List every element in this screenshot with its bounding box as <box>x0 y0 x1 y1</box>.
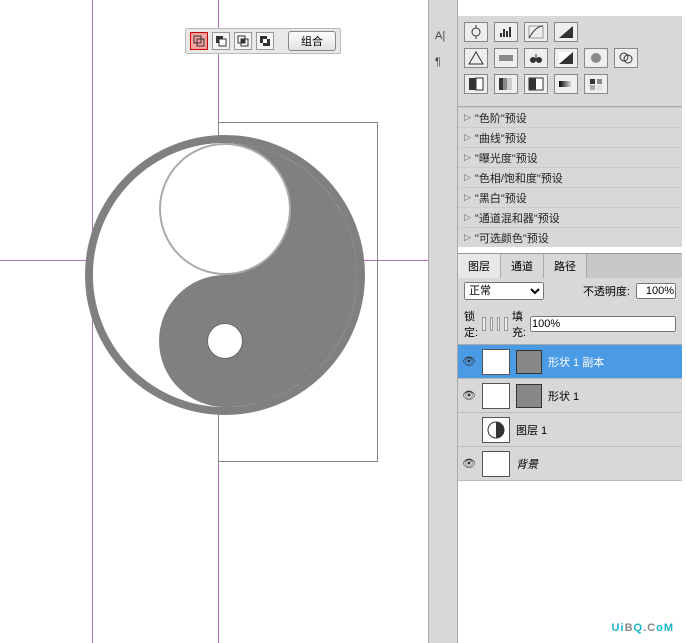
layer-row[interactable]: 👁 形状 1 副本 <box>458 345 682 379</box>
lock-position-icon[interactable] <box>497 317 500 331</box>
gradient-map-icon[interactable] <box>554 74 578 94</box>
character-panel-icon[interactable]: A| <box>435 30 451 46</box>
photo-filter-icon[interactable] <box>584 48 608 68</box>
layer-name: 形状 1 <box>548 388 579 404</box>
lock-pixels-icon[interactable] <box>490 317 493 331</box>
threshold-icon[interactable] <box>524 74 548 94</box>
layer-name: 形状 1 副本 <box>548 354 604 370</box>
visibility-icon[interactable] <box>462 424 476 436</box>
layer-row[interactable]: 👁 形状 1 <box>458 379 682 413</box>
right-panels: ▷"色阶"预设 ▷"曲线"预设 ▷"曝光度"预设 ▷"色相/饱和度"预设 ▷"黑… <box>458 16 682 481</box>
exposure-icon[interactable] <box>554 22 578 42</box>
curves-icon[interactable] <box>524 22 548 42</box>
preset-selective-color[interactable]: ▷"可选颜色"预设 <box>458 227 682 247</box>
posterize-icon[interactable] <box>494 74 518 94</box>
paragraph-panel-icon[interactable]: ¶ <box>435 56 451 72</box>
panel-tabs: 图层 通道 路径 <box>458 253 682 278</box>
preset-bw[interactable]: ▷"黑白"预设 <box>458 187 682 207</box>
layer-row[interactable]: 图层 1 <box>458 413 682 447</box>
lock-row: 锁定: 填充: <box>458 304 682 345</box>
layer-name: 图层 1 <box>516 422 547 438</box>
tab-paths[interactable]: 路径 <box>544 254 587 278</box>
channel-mixer-icon[interactable] <box>614 48 638 68</box>
fill-input[interactable] <box>530 316 676 332</box>
layer-name: 背景 <box>516 456 538 472</box>
hue-saturation-icon[interactable] <box>494 48 518 68</box>
pathfinder-unite-button[interactable] <box>190 32 208 50</box>
preset-levels[interactable]: ▷"色阶"预设 <box>458 107 682 127</box>
yinyang-shape[interactable] <box>85 135 365 415</box>
lock-transparency-icon[interactable] <box>482 317 485 331</box>
combine-button[interactable]: 组合 <box>288 31 336 51</box>
opacity-input[interactable] <box>636 283 676 299</box>
pathfinder-toolbar: 组合 <box>185 28 341 54</box>
blend-mode-row: 正常 不透明度: <box>458 278 682 304</box>
adjustments-panel <box>458 16 682 107</box>
vibrance-icon[interactable] <box>464 48 488 68</box>
canvas-area[interactable]: 组合 <box>0 0 428 643</box>
presets-list: ▷"色阶"预设 ▷"曲线"预设 ▷"曝光度"预设 ▷"色相/饱和度"预设 ▷"黑… <box>458 107 682 247</box>
vector-mask-thumbnail[interactable] <box>516 350 542 374</box>
watermark: UiBQ.CoM <box>612 614 674 637</box>
pathfinder-intersect-button[interactable] <box>234 32 252 50</box>
visibility-icon[interactable]: 👁 <box>462 389 476 402</box>
preset-curves[interactable]: ▷"曲线"预设 <box>458 127 682 147</box>
layer-thumbnail[interactable] <box>482 383 510 409</box>
layer-thumbnail[interactable] <box>482 417 510 443</box>
brightness-contrast-icon[interactable] <box>464 22 488 42</box>
preset-exposure[interactable]: ▷"曝光度"预设 <box>458 147 682 167</box>
opacity-label: 不透明度: <box>583 283 630 299</box>
layer-row[interactable]: 👁 背景 <box>458 447 682 481</box>
invert-icon[interactable] <box>464 74 488 94</box>
fill-label: 填充: <box>512 308 526 340</box>
pathfinder-subtract-button[interactable] <box>212 32 230 50</box>
layer-thumbnail[interactable] <box>482 451 510 477</box>
preset-channel-mixer[interactable]: ▷"通道混和器"预设 <box>458 207 682 227</box>
layers-list: 👁 形状 1 副本 👁 形状 1 图层 1 👁 背景 <box>458 345 682 481</box>
tab-layers[interactable]: 图层 <box>458 254 501 278</box>
levels-icon[interactable] <box>494 22 518 42</box>
visibility-icon[interactable]: 👁 <box>462 457 476 470</box>
layer-thumbnail[interactable] <box>482 349 510 375</box>
color-balance-icon[interactable] <box>524 48 548 68</box>
pathfinder-exclude-button[interactable] <box>256 32 274 50</box>
panel-dock: A| ¶ <box>428 0 458 643</box>
lock-all-icon[interactable] <box>504 317 507 331</box>
visibility-icon[interactable]: 👁 <box>462 355 476 368</box>
blend-mode-select[interactable]: 正常 <box>464 282 544 300</box>
lock-label: 锁定: <box>464 308 478 340</box>
preset-hue-sat[interactable]: ▷"色相/饱和度"预设 <box>458 167 682 187</box>
black-white-icon[interactable] <box>554 48 578 68</box>
tab-channels[interactable]: 通道 <box>501 254 544 278</box>
selective-color-icon[interactable] <box>584 74 608 94</box>
vector-mask-thumbnail[interactable] <box>516 384 542 408</box>
